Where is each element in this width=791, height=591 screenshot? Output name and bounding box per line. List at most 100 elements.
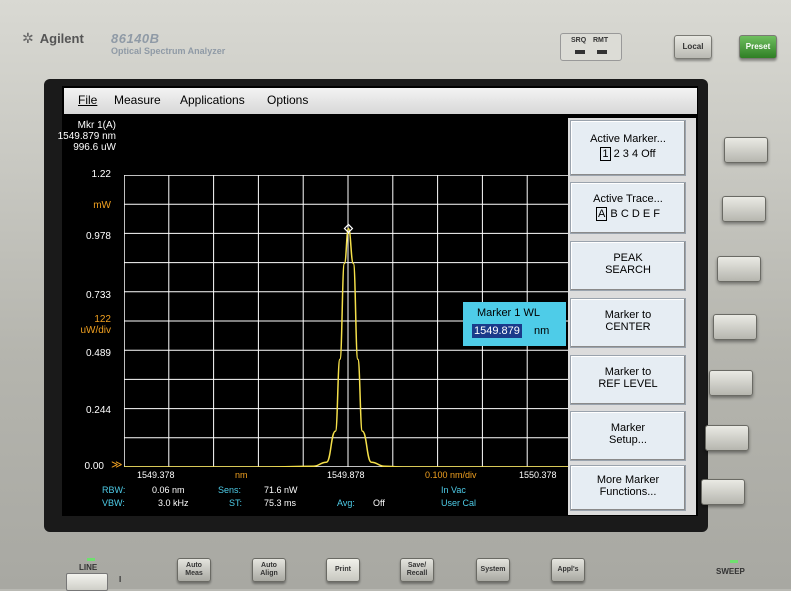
- menu-file-label: File: [78, 93, 98, 107]
- vbw-label: VBW:: [102, 498, 125, 508]
- auto-meas-label-1: Auto: [186, 562, 202, 569]
- trace-option-f[interactable]: F: [653, 208, 660, 220]
- system-button[interactable]: System: [476, 558, 510, 582]
- side-key-1[interactable]: [724, 137, 768, 163]
- marker-to-ref-label-1: Marker to: [604, 366, 652, 378]
- local-button[interactable]: Local: [674, 35, 712, 59]
- softkey-peak-search[interactable]: PEAK SEARCH: [570, 241, 686, 291]
- calibration: User Cal: [441, 498, 477, 508]
- peak-search-label-2: SEARCH: [605, 264, 651, 276]
- print-button[interactable]: Print: [326, 558, 360, 582]
- marker-setup-label-2: Setup...: [609, 434, 647, 446]
- trace-option-c[interactable]: C: [621, 208, 629, 220]
- softkey-more-marker-functions[interactable]: More Marker Functions...: [570, 465, 686, 511]
- marker-option-2[interactable]: 2: [614, 148, 620, 160]
- menu-measure[interactable]: Measure: [114, 93, 161, 107]
- sens-value: 71.6 nW: [264, 485, 298, 495]
- menu-applications[interactable]: Applications: [180, 93, 245, 107]
- sweep-led: [730, 560, 738, 563]
- marker-to-ref-label-2: REF LEVEL: [598, 378, 658, 390]
- softkey-marker-to-ref-level[interactable]: Marker to REF LEVEL: [570, 355, 686, 405]
- brand-name: Agilent: [39, 31, 84, 46]
- line-led: [87, 558, 95, 561]
- marker-option-3[interactable]: 3: [623, 148, 629, 160]
- auto-meas-button[interactable]: Auto Meas: [177, 558, 211, 582]
- x-stop: 1550.378: [519, 470, 557, 480]
- y-tick-4: 0.244: [85, 405, 111, 416]
- y-tick-bottom: 0.00: [84, 461, 104, 472]
- marker-setup-label-1: Marker: [610, 422, 646, 434]
- product-name: Optical Spectrum Analyzer: [111, 46, 226, 56]
- auto-align-button[interactable]: Auto Align: [252, 558, 286, 582]
- sens-label: Sens:: [218, 485, 242, 495]
- more-marker-label-1: More Marker: [596, 474, 660, 486]
- auto-meas-label-2: Meas: [185, 570, 203, 577]
- menu-file[interactable]: File: [78, 93, 97, 107]
- avg-label: Avg:: [337, 498, 355, 508]
- preset-button[interactable]: Preset: [739, 35, 777, 59]
- active-marker-label: Active Marker...: [590, 133, 666, 145]
- side-key-7[interactable]: [701, 479, 745, 505]
- vbw-value: 3.0 kHz: [158, 498, 189, 508]
- appls-button[interactable]: Appl's: [551, 558, 585, 582]
- side-key-6[interactable]: [705, 425, 749, 451]
- y-scale-unit: uW/div: [80, 325, 111, 336]
- rmt-led: [597, 50, 607, 54]
- softkey-active-trace[interactable]: Active Trace... A B C D E F: [570, 182, 686, 234]
- marker-dialog-title: Marker 1 WL: [477, 307, 540, 319]
- active-trace-label: Active Trace...: [593, 193, 663, 205]
- more-marker-label-2: Functions...: [599, 486, 657, 498]
- srq-label: SRQ: [571, 37, 587, 44]
- softkey-active-marker[interactable]: Active Marker... 1 2 3 4 Off: [570, 120, 686, 176]
- x-unit: nm: [235, 470, 248, 480]
- marker-wl-unit: nm: [534, 325, 550, 337]
- save-recall-label-1: Save/: [407, 562, 427, 569]
- appls-label: Appl's: [557, 566, 579, 573]
- ref-arrow-icon: ≫: [111, 459, 123, 471]
- avg-value: Off: [373, 498, 385, 508]
- trace-option-e[interactable]: E: [643, 208, 650, 220]
- marker-option-off[interactable]: Off: [641, 148, 655, 160]
- x-center: 1549.878: [327, 470, 365, 480]
- marker-wl-input[interactable]: 1549.879: [472, 324, 522, 338]
- y-tick-1: 0.978: [85, 231, 111, 242]
- marker-option-4[interactable]: 4: [632, 148, 638, 160]
- power-on-mark: I: [119, 575, 122, 584]
- st-label: ST:: [229, 498, 243, 508]
- marker-options: 1 2 3 4 Off: [571, 147, 685, 161]
- trace-option-b[interactable]: B: [610, 208, 617, 220]
- marker-to-center-label-1: Marker to: [604, 309, 652, 321]
- medium: In Vac: [441, 485, 466, 495]
- system-label: System: [480, 566, 506, 573]
- rmt-label: RMT: [593, 37, 609, 44]
- marker-wl-dialog: Marker 1 WL 1549.879 nm: [463, 302, 566, 346]
- side-key-5[interactable]: [709, 370, 753, 396]
- marker-option-1[interactable]: 1: [600, 147, 611, 161]
- side-key-3[interactable]: [717, 256, 761, 282]
- status-indicators: SRQ RMT: [560, 33, 622, 61]
- peak-search-label-1: PEAK: [613, 252, 643, 264]
- power-switch[interactable]: [66, 573, 108, 591]
- marker-wavelength: 1549.879 nm: [57, 131, 116, 142]
- side-key-4[interactable]: [713, 314, 757, 340]
- marker-readout: Mkr 1(A) 1549.879 nm 996.6 uW: [58, 120, 116, 153]
- marker-to-center-label-2: CENTER: [605, 321, 651, 333]
- st-value: 75.3 ms: [264, 498, 297, 508]
- trace-option-d[interactable]: D: [632, 208, 640, 220]
- auto-align-label-1: Auto: [261, 562, 277, 569]
- y-tick-2: 0.733: [85, 290, 111, 301]
- trace-option-a[interactable]: A: [596, 207, 608, 221]
- softkey-marker-setup[interactable]: Marker Setup...: [570, 411, 686, 461]
- softkey-marker-to-center[interactable]: Marker to CENTER: [570, 298, 686, 348]
- brand: ✲ Agilent: [22, 30, 84, 47]
- rbw-value: 0.06 nm: [152, 485, 185, 495]
- sweep-label: SWEEP: [716, 567, 745, 576]
- y-tick-top: 1.22: [91, 169, 111, 180]
- side-key-2[interactable]: [722, 196, 766, 222]
- marker-name: Mkr 1(A): [77, 120, 116, 131]
- menu-options[interactable]: Options: [267, 93, 308, 107]
- y-tick-3: 0.489: [85, 348, 111, 359]
- marker-power: 996.6 uW: [73, 142, 116, 153]
- save-recall-button[interactable]: Save/Recall: [400, 558, 434, 582]
- x-start: 1549.378: [137, 470, 175, 480]
